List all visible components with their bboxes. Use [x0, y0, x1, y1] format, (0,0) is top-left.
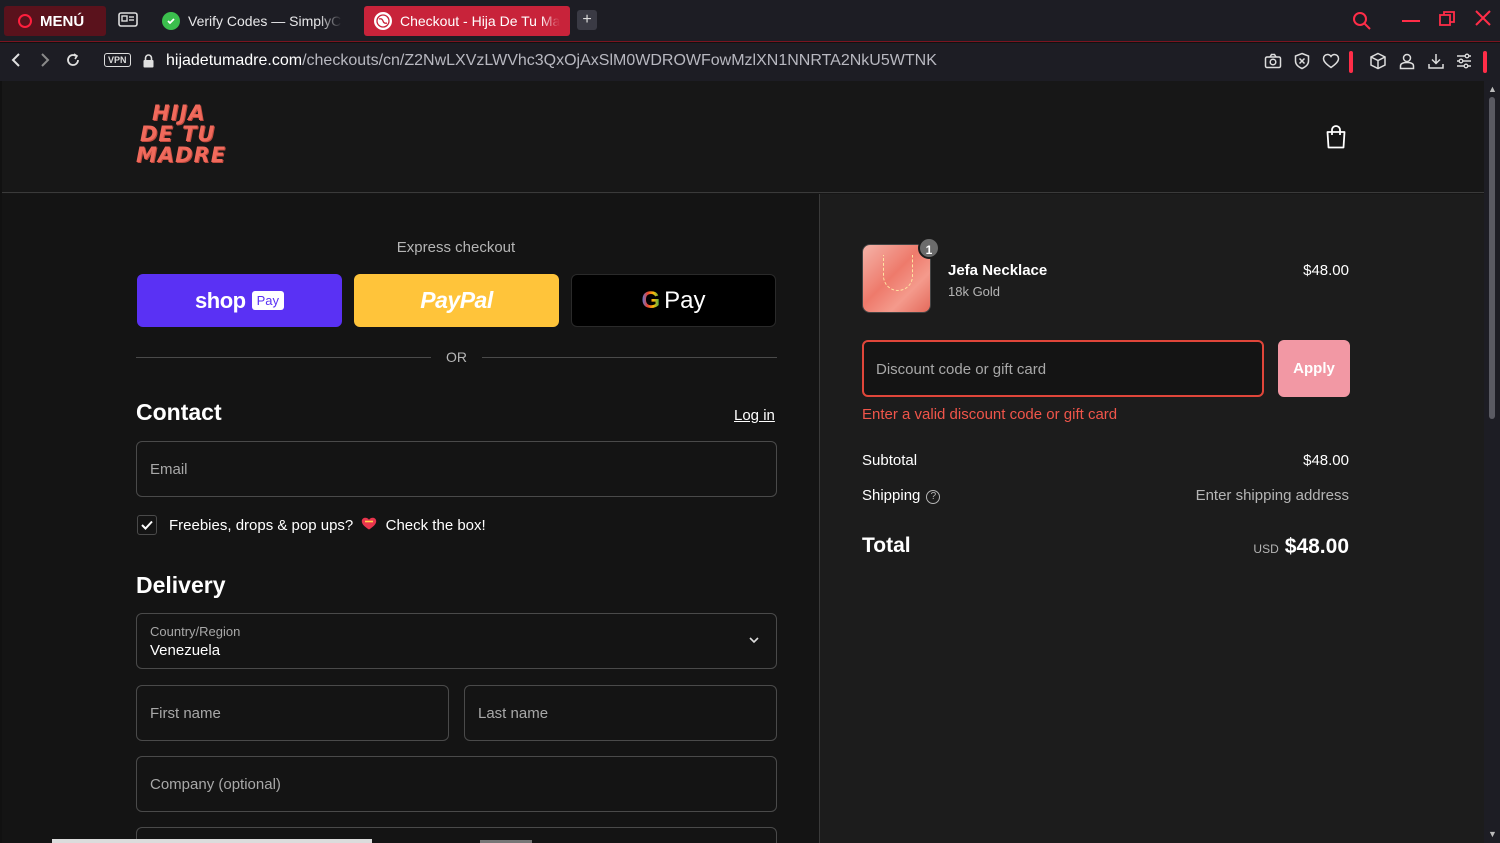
newsletter-checkbox[interactable]: [137, 515, 157, 535]
product-name: Jefa Necklace: [948, 262, 1048, 279]
shopping-bag-icon[interactable]: [1324, 124, 1348, 150]
country-value: Venezuela: [150, 642, 221, 659]
address-bar: VPN hijadetumadre.com/checkouts/cn/Z2NwL…: [0, 43, 1500, 81]
necklace-chain-image: [883, 255, 913, 291]
first-name-placeholder: First name: [150, 705, 221, 722]
logo-line-2: DE TU: [140, 122, 216, 146]
new-tab-button[interactable]: +: [577, 10, 597, 30]
discount-placeholder: Discount code or gift card: [876, 361, 1047, 378]
help-circle-icon[interactable]: ?: [926, 490, 941, 504]
scroll-down-icon[interactable]: ▼: [1488, 829, 1497, 839]
country-region-select[interactable]: Country/Region Venezuela: [136, 613, 777, 669]
newsletter-text-a: Freebies, drops & pop ups?: [169, 516, 354, 534]
discount-code-input[interactable]: Discount code or gift card: [862, 340, 1264, 397]
gpay-word: Pay: [664, 286, 706, 314]
total-value: $48.00: [1284, 535, 1349, 558]
forward-icon[interactable]: [38, 52, 52, 73]
subtotal-value: $48.00: [1303, 452, 1349, 469]
paypal-button[interactable]: PayPal: [354, 274, 559, 327]
shipping-label-row: Shipping?: [862, 487, 941, 504]
heart-emoji-icon: [361, 517, 377, 533]
url-path: /checkouts/cn/Z2NwLXVzLWVhc3QxOjAxSlM0WD…: [302, 52, 937, 69]
globe-favicon-icon: [374, 12, 392, 30]
reload-icon[interactable]: [65, 52, 81, 73]
google-pay-button[interactable]: G Pay: [571, 274, 776, 327]
google-g-icon: G: [641, 286, 661, 314]
store-header: HIJA DE TU MADRE: [2, 81, 1484, 193]
discount-error-message: Enter a valid discount code or gift card: [862, 406, 1118, 423]
shop-pay-button[interactable]: shop Pay: [137, 274, 342, 327]
url-field[interactable]: hijadetumadre.com/checkouts/cn/Z2NwLXVzL…: [166, 52, 937, 70]
browser-tab-bar: MENÚ Verify Codes — SimplyCodes Checkout…: [0, 0, 1500, 42]
minimize-icon[interactable]: [1402, 20, 1420, 22]
or-divider: OR: [136, 349, 777, 365]
express-checkout-label: Express checkout: [396, 239, 516, 256]
store-logo[interactable]: HIJA DE TU MADRE: [136, 103, 238, 173]
order-summary: 1 Jefa Necklace 18k Gold $48.00 Discount…: [819, 194, 1484, 843]
vpn-badge[interactable]: VPN: [104, 53, 131, 67]
product-variant: 18k Gold: [948, 284, 1001, 299]
workspaces-icon[interactable]: [118, 11, 138, 34]
product-price: $48.00: [1303, 262, 1349, 279]
chevron-down-icon: [749, 637, 759, 644]
newsletter-checkbox-row[interactable]: Freebies, drops & pop ups? Check the box…: [137, 515, 486, 535]
easy-setup-icon[interactable]: [1455, 52, 1475, 72]
horizontal-scroll-indicator: [52, 839, 372, 843]
restore-icon[interactable]: [1439, 11, 1455, 32]
shop-pay-badge: Pay: [251, 291, 284, 310]
divider-line: [482, 357, 777, 358]
subtotal-label: Subtotal: [862, 452, 918, 469]
login-link[interactable]: Log in: [734, 407, 775, 424]
checkout-form: Express checkout shop Pay PayPal G Pay O…: [2, 194, 819, 843]
quantity-badge: 1: [918, 237, 940, 259]
url-host: hijadetumadre.com: [166, 52, 303, 69]
profile-icon[interactable]: [1398, 52, 1418, 72]
lock-icon[interactable]: [143, 54, 154, 68]
search-tabs-icon[interactable]: [1352, 11, 1372, 36]
logo-line-1: HIJA: [152, 101, 206, 125]
simplycodes-favicon-icon: [162, 12, 180, 30]
last-name-field[interactable]: Last name: [464, 685, 777, 741]
contact-title: Contact: [136, 399, 222, 425]
back-icon[interactable]: [9, 52, 23, 73]
tab-title: Checkout - Hija De Tu Madre: [400, 13, 560, 29]
paypal-word: PayPal: [420, 287, 493, 313]
company-placeholder: Company (optional): [150, 776, 281, 793]
email-field[interactable]: Email: [136, 441, 777, 497]
toolbar-separator: [1349, 51, 1353, 73]
extensions-cube-icon[interactable]: [1369, 52, 1389, 72]
tab-checkout[interactable]: Checkout - Hija De Tu Madre: [364, 6, 570, 36]
total-currency: USD: [1253, 542, 1279, 556]
shipping-label: Shipping: [862, 487, 921, 504]
ad-blocker-icon[interactable]: [1293, 52, 1313, 72]
tab-verify-codes[interactable]: Verify Codes — SimplyCodes: [152, 6, 352, 36]
browser-menu-button[interactable]: MENÚ: [4, 6, 106, 36]
scrollbar-thumb[interactable]: [1489, 97, 1495, 419]
total-amount: USD $48.00: [1253, 535, 1349, 559]
first-name-field[interactable]: First name: [136, 685, 449, 741]
downloads-icon[interactable]: [1427, 52, 1447, 72]
snapshot-icon[interactable]: [1264, 52, 1284, 72]
opera-logo-icon: [18, 14, 32, 28]
scroll-up-icon[interactable]: ▲: [1488, 84, 1497, 94]
last-name-placeholder: Last name: [478, 705, 549, 722]
delivery-title: Delivery: [136, 572, 226, 598]
shop-pay-word: shop: [195, 287, 246, 313]
email-placeholder: Email: [150, 461, 188, 478]
close-window-icon[interactable]: [1475, 10, 1491, 31]
browser-menu-label: MENÚ: [40, 12, 85, 30]
apply-discount-button[interactable]: Apply: [1278, 340, 1350, 397]
checkout-page: HIJA DE TU MADRE Express checkout shop P…: [2, 81, 1484, 843]
toolbar-separator: [1483, 51, 1487, 73]
company-field[interactable]: Company (optional): [136, 756, 777, 812]
country-label: Country/Region: [150, 624, 241, 639]
page-scrollbar[interactable]: ▲ ▼: [1484, 81, 1500, 843]
newsletter-text-b: Check the box!: [385, 516, 486, 534]
shipping-value: Enter shipping address: [1195, 487, 1349, 504]
logo-line-3: MADRE: [136, 143, 227, 167]
total-label: Total: [862, 534, 911, 557]
bookmark-heart-icon[interactable]: [1322, 52, 1342, 72]
checkmark-icon: [141, 520, 153, 530]
tab-title: Verify Codes — SimplyCodes: [188, 13, 342, 29]
